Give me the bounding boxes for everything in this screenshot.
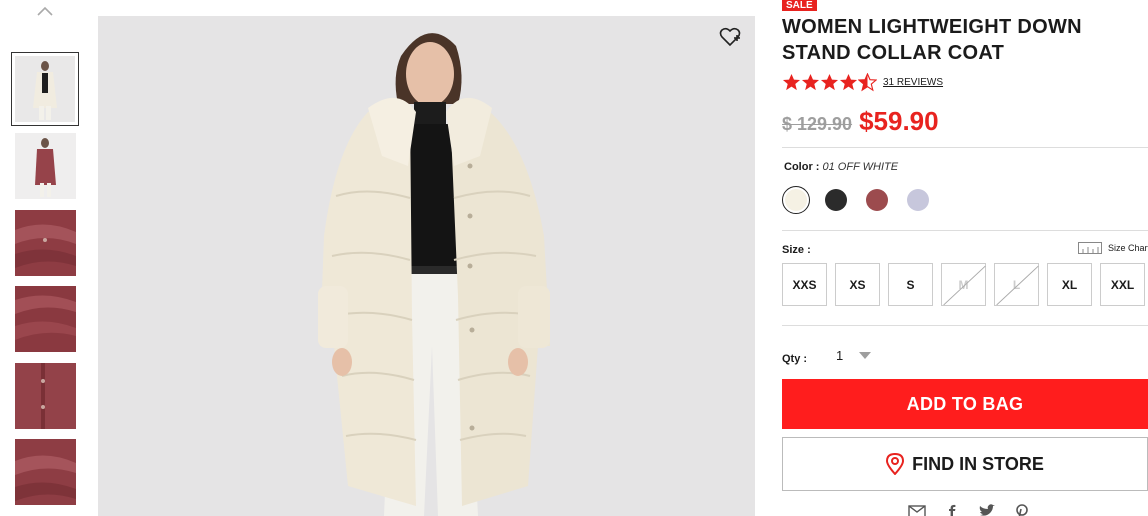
size-chart-link[interactable]: Size Chart xyxy=(1078,242,1148,254)
product-info-panel: SALE WOMEN LIGHTWEIGHT DOWN STAND COLLAR… xyxy=(782,0,1148,516)
sale-badge: SALE xyxy=(782,0,817,11)
thumbnail-image xyxy=(15,363,76,429)
star-icon xyxy=(820,73,839,90)
model-photo xyxy=(98,16,755,516)
thumbnail-image xyxy=(15,286,76,352)
quantity-value: 1 xyxy=(836,348,844,363)
chevron-down-icon xyxy=(859,352,872,359)
color-swatch-wine[interactable] xyxy=(866,189,888,211)
color-label-text: Color : xyxy=(784,161,823,173)
product-page: SALE WOMEN LIGHTWEIGHT DOWN STAND COLLAR… xyxy=(0,0,1148,516)
star-icon xyxy=(782,73,801,90)
size-option-xxl[interactable]: XXL xyxy=(1100,263,1145,306)
main-product-image xyxy=(98,16,755,516)
add-to-bag-label: ADD TO BAG xyxy=(906,393,1024,414)
email-icon[interactable] xyxy=(908,504,926,516)
thumbnail-4[interactable] xyxy=(15,286,76,352)
size-option-s[interactable]: S xyxy=(888,263,933,306)
thumbnail-2[interactable] xyxy=(15,133,76,199)
thumbnail-5[interactable] xyxy=(15,363,76,429)
thumbnail-1[interactable] xyxy=(11,52,79,126)
size-option-xxs[interactable]: XXS xyxy=(782,263,827,306)
thumbnail-image xyxy=(15,133,76,199)
thumbnail-image xyxy=(15,56,75,122)
add-to-bag-button[interactable]: ADD TO BAG xyxy=(782,379,1148,429)
find-in-store-label: FIND IN STORE xyxy=(912,453,1044,474)
find-in-store-button[interactable]: FIND IN STORE xyxy=(782,437,1148,491)
divider xyxy=(782,230,1148,231)
ruler-icon xyxy=(1078,242,1102,254)
product-title: WOMEN LIGHTWEIGHT DOWN STAND COLLAR COAT xyxy=(782,16,1082,64)
size-options: XXS XS S M L XL XXL xyxy=(782,263,1148,306)
chevron-up-icon[interactable] xyxy=(35,4,55,18)
color-swatches xyxy=(782,186,948,214)
star-rating xyxy=(782,72,877,92)
facebook-icon[interactable] xyxy=(943,504,961,516)
half-star-icon xyxy=(858,72,877,91)
thumbnail-image xyxy=(15,210,76,276)
sale-price: $59.90 xyxy=(859,106,939,136)
size-option-xs[interactable]: XS xyxy=(835,263,880,306)
size-option-xl[interactable]: XL xyxy=(1047,263,1092,306)
price-block: $ 129.90 $59.90 xyxy=(782,106,939,136)
size-option-m[interactable]: M xyxy=(941,263,986,306)
color-swatch-lavender[interactable] xyxy=(907,189,929,211)
size-chart-label: Size Chart xyxy=(1108,243,1148,253)
thumbnail-image xyxy=(15,439,76,505)
rating: 31 REVIEWS xyxy=(782,72,943,92)
thumbnail-6[interactable] xyxy=(15,439,76,505)
quantity-select[interactable]: 1 xyxy=(836,348,872,363)
share-links xyxy=(908,504,1048,516)
location-pin-icon xyxy=(886,453,905,475)
size-option-l[interactable]: L xyxy=(994,263,1039,306)
color-swatch-black[interactable] xyxy=(825,189,847,211)
size-label: Size : xyxy=(782,244,811,256)
divider xyxy=(782,325,1148,326)
color-selected-value: 01 OFF WHITE xyxy=(822,161,899,173)
add-to-wishlist-icon[interactable] xyxy=(719,26,741,48)
star-icon xyxy=(801,73,820,90)
twitter-icon[interactable] xyxy=(978,504,996,516)
pinterest-icon[interactable] xyxy=(1013,504,1031,516)
color-swatch-off-white[interactable] xyxy=(782,186,810,214)
divider xyxy=(782,147,1148,148)
original-price: $ 129.90 xyxy=(782,114,853,134)
color-label: Color : 01 OFF WHITE xyxy=(784,161,898,173)
reviews-link[interactable]: 31 REVIEWS xyxy=(883,77,943,88)
quantity-label: Qty : xyxy=(782,353,808,365)
star-icon xyxy=(839,73,858,90)
thumbnail-3[interactable] xyxy=(15,210,76,276)
